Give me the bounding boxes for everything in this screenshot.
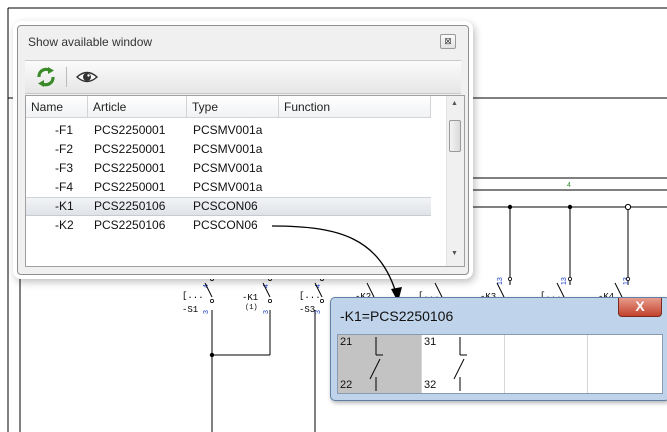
popup-title: -K1=PCS2250106 — [340, 308, 454, 324]
contact-symbols — [369, 337, 467, 391]
contact-preview-window[interactable]: -K1=PCS2250106 X 21 22 31 32 — [330, 297, 667, 401]
popup-close-button[interactable]: X — [618, 298, 662, 317]
contact-slots: 21 22 31 32 — [337, 334, 663, 394]
close-icon: X — [635, 298, 645, 314]
